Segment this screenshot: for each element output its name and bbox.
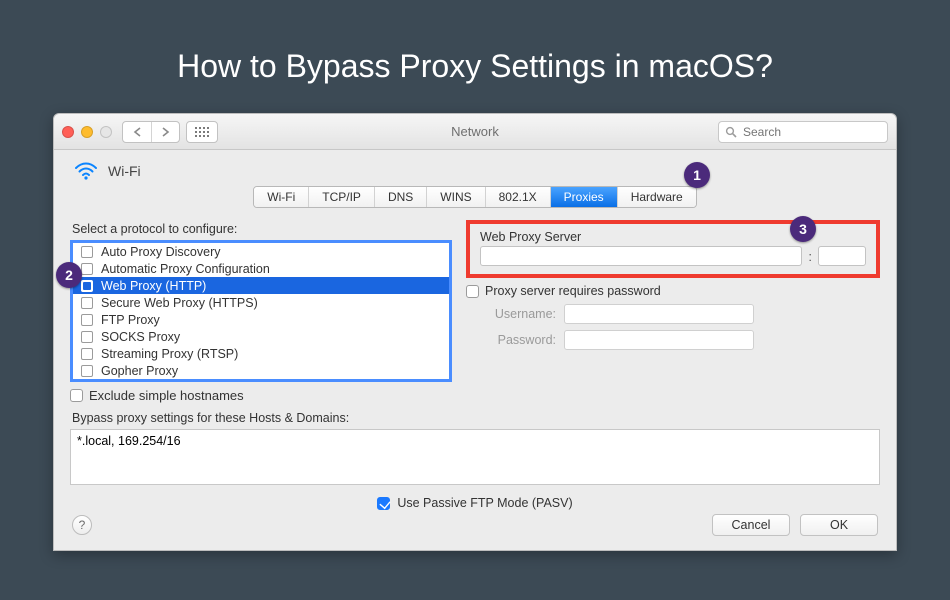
tab-tcpip[interactable]: TCP/IP <box>308 187 374 207</box>
show-all-button[interactable] <box>186 121 218 143</box>
exclude-hostnames-row[interactable]: Exclude simple hostnames <box>70 388 452 403</box>
username-label: Username: <box>466 307 556 321</box>
help-button[interactable]: ? <box>72 515 92 535</box>
checkbox-icon[interactable] <box>81 331 93 343</box>
password-label: Password: <box>466 333 556 347</box>
password-row: Password: <box>466 330 880 350</box>
username-row: Username: <box>466 304 880 324</box>
protocol-label: Auto Proxy Discovery <box>101 245 220 259</box>
wifi-icon <box>74 162 98 180</box>
tab-dns[interactable]: DNS <box>374 187 426 207</box>
tab-wifi[interactable]: Wi-Fi <box>254 187 308 207</box>
checkbox-icon[interactable] <box>81 365 93 377</box>
passive-ftp-row[interactable]: Use Passive FTP Mode (PASV) <box>70 496 880 510</box>
requires-password-label: Proxy server requires password <box>485 284 661 298</box>
checkbox-checked-icon[interactable] <box>377 497 390 510</box>
checkbox-icon[interactable] <box>70 389 83 402</box>
proxy-port-input[interactable] <box>818 246 866 266</box>
network-service-row: Wi-Fi <box>74 162 880 180</box>
protocol-label: Web Proxy (HTTP) <box>101 279 206 293</box>
requires-password-row[interactable]: Proxy server requires password <box>466 284 880 298</box>
protocol-label: FTP Proxy <box>101 313 160 327</box>
protocol-item[interactable]: Automatic Proxy Configuration <box>73 260 449 277</box>
protocol-list: Auto Proxy Discovery Automatic Proxy Con… <box>70 240 452 382</box>
protocol-list-label: Select a protocol to configure: <box>72 222 452 236</box>
annotation-badge-1: 1 <box>684 162 710 188</box>
protocol-item[interactable]: Secure Web Proxy (HTTPS) <box>73 294 449 311</box>
search-field[interactable] <box>718 121 888 143</box>
nav-back-forward <box>122 121 180 143</box>
host-port-separator: : <box>808 249 812 264</box>
tab-hardware[interactable]: Hardware <box>617 187 696 207</box>
passive-ftp-label: Use Passive FTP Mode (PASV) <box>397 496 572 510</box>
checkbox-icon[interactable] <box>466 285 479 298</box>
checkbox-icon[interactable] <box>81 246 93 258</box>
checkbox-icon[interactable] <box>81 314 93 326</box>
bypass-label: Bypass proxy settings for these Hosts & … <box>72 411 880 425</box>
checkbox-icon[interactable] <box>81 280 93 292</box>
network-service-name: Wi-Fi <box>108 163 141 179</box>
protocol-label: SOCKS Proxy <box>101 330 180 344</box>
settings-tabs: Wi-Fi TCP/IP DNS WINS 802.1X Proxies Har… <box>253 186 696 208</box>
cancel-button[interactable]: Cancel <box>712 514 790 536</box>
checkbox-icon[interactable] <box>81 297 93 309</box>
annotation-badge-3: 3 <box>790 216 816 242</box>
tab-8021x[interactable]: 802.1X <box>485 187 550 207</box>
window-titlebar: Network <box>54 114 896 150</box>
protocol-item[interactable]: SOCKS Proxy <box>73 328 449 345</box>
search-icon <box>725 126 737 138</box>
password-input[interactable] <box>564 330 754 350</box>
tab-proxies[interactable]: Proxies <box>550 187 617 207</box>
forward-button[interactable] <box>151 122 179 142</box>
protocol-label: Secure Web Proxy (HTTPS) <box>101 296 258 310</box>
minimize-icon[interactable] <box>81 126 93 138</box>
protocol-item[interactable]: FTP Proxy <box>73 311 449 328</box>
protocol-item[interactable]: Auto Proxy Discovery <box>73 243 449 260</box>
protocol-label: Gopher Proxy <box>101 364 178 378</box>
proxy-server-section: 3 Web Proxy Server : <box>466 220 880 278</box>
protocol-item[interactable]: Gopher Proxy <box>73 362 449 379</box>
exclude-hostnames-label: Exclude simple hostnames <box>89 388 244 403</box>
window-title: Network <box>451 124 499 139</box>
page-title: How to Bypass Proxy Settings in macOS? <box>0 0 950 113</box>
bypass-hosts-input[interactable] <box>70 429 880 485</box>
zoom-icon[interactable] <box>100 126 112 138</box>
traffic-lights <box>62 126 112 138</box>
checkbox-icon[interactable] <box>81 263 93 275</box>
protocol-item[interactable]: Streaming Proxy (RTSP) <box>73 345 449 362</box>
search-input[interactable] <box>743 125 898 139</box>
protocol-label: Automatic Proxy Configuration <box>101 262 270 276</box>
back-button[interactable] <box>123 122 151 142</box>
protocol-item-selected[interactable]: Web Proxy (HTTP) <box>73 277 449 294</box>
tab-wins[interactable]: WINS <box>426 187 484 207</box>
ok-button[interactable]: OK <box>800 514 878 536</box>
proxy-host-input[interactable] <box>480 246 802 266</box>
close-icon[interactable] <box>62 126 74 138</box>
protocol-label: Streaming Proxy (RTSP) <box>101 347 238 361</box>
network-preferences-window: Network Wi-Fi 1 Wi-Fi TCP/IP DNS WINS 80… <box>53 113 897 551</box>
username-input[interactable] <box>564 304 754 324</box>
checkbox-icon[interactable] <box>81 348 93 360</box>
annotation-badge-2: 2 <box>56 262 82 288</box>
